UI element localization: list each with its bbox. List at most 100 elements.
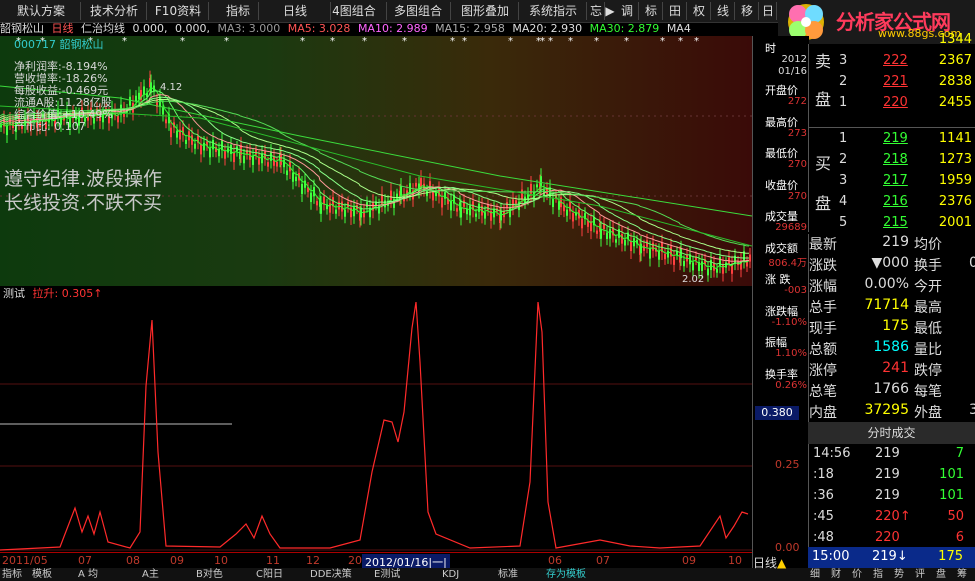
candle-body [540, 176, 542, 186]
level: 2 [839, 74, 848, 89]
volume: 2455 [938, 95, 972, 110]
bar-date-year: 2012 [781, 54, 807, 65]
indicator-title: 测试 [3, 287, 25, 300]
candle-body [301, 183, 303, 194]
menu-item-16[interactable]: 日 [760, 2, 777, 20]
menu-item-6[interactable]: 多图组合 [386, 2, 451, 20]
indicator-chart[interactable] [0, 301, 752, 552]
bottom-tab[interactable]: 标准 [498, 568, 518, 581]
tick-last-volume: 175 [938, 549, 963, 564]
right-tab[interactable]: 盘 [936, 568, 946, 581]
menu-item-3[interactable]: 指标 [218, 2, 259, 20]
right-tab[interactable]: 价 [852, 568, 862, 581]
quote-label: 总额 [809, 342, 837, 358]
candle-body [165, 119, 167, 124]
bottom-tab[interactable]: 模板 [32, 568, 52, 581]
bar-info-value: 270 [787, 159, 807, 170]
ma10-value: MA10: 2.989 [357, 22, 428, 35]
bottom-tab[interactable]: KDJ [442, 568, 459, 581]
stock-name: 韶钢松山 [0, 22, 44, 35]
price-chart[interactable]: * * * * * * * * * * * * * * * * * * * * * * 000717 韶钢松山 净利润率:… [0, 36, 752, 286]
bar-info-value: 272 [787, 96, 807, 107]
period-button[interactable]: 日线▲ [753, 554, 786, 571]
level: 3 [839, 53, 848, 68]
sell-row[interactable]: 3 222 2367 [833, 53, 975, 75]
quote-label: 最高 [914, 300, 942, 316]
level: 2 [839, 152, 848, 167]
bottom-tab[interactable]: 指标 [2, 568, 22, 581]
quote-row: 内盘 37295 外盘 3 [809, 402, 975, 423]
menu-item-13[interactable]: 权 [688, 2, 711, 20]
menu-item-12[interactable]: 田 [664, 2, 687, 20]
right-tab[interactable]: 势 [894, 568, 904, 581]
date-tick: 09 [170, 554, 184, 567]
candle-body [170, 127, 172, 138]
candle-body [521, 189, 523, 200]
quote-label: 量比 [914, 342, 942, 358]
bottom-tab[interactable]: A主 [142, 568, 159, 581]
indicator-header: 测试 拉升: 0.305↑ [0, 286, 752, 302]
sell-row[interactable]: 1344 [833, 32, 975, 54]
menu-item-7[interactable]: 图形叠加 [452, 2, 519, 20]
signal-marker: * [330, 36, 335, 47]
bottom-tab-bar: 指标 模板 A 均 A主 B对色 C阳日 DDE决策 E测试 KDJ 标准 存为模板 [0, 568, 810, 581]
right-tab[interactable]: 评 [915, 568, 925, 581]
bottom-tab[interactable]: C阳日 [256, 568, 283, 581]
bottom-tab[interactable]: B对色 [196, 568, 223, 581]
signal-marker: * [402, 36, 407, 47]
ma5-value: MA5: 3.028 [287, 22, 351, 35]
buy-row[interactable]: 3 217 1959 [833, 173, 975, 195]
buy-row[interactable]: 4 216 2376 [833, 194, 975, 216]
stat-line: 产市比: 0.107 [14, 120, 86, 133]
menu-item-15[interactable]: 移 [736, 2, 759, 20]
right-tab[interactable]: 筹 [957, 568, 967, 581]
candle-body [396, 193, 398, 198]
sell-row[interactable]: 1 220 2455 [833, 95, 975, 117]
quote-value: 0.00% [864, 276, 909, 292]
quote-label: 总手 [809, 300, 837, 316]
candle-body [344, 209, 346, 217]
level: 1 [839, 131, 848, 146]
signal-marker: * [548, 36, 553, 47]
candle-body [566, 209, 568, 216]
sell-side-label: 盘 [814, 90, 831, 109]
bottom-tab[interactable]: E测试 [374, 568, 400, 581]
ma3-value: MA3: 3.000 [217, 22, 281, 35]
bottom-tab[interactable]: 存为模板 [546, 568, 586, 581]
candle-body [292, 172, 294, 182]
sell-row[interactable]: 2 221 2838 [833, 74, 975, 96]
tick-last-time: 15:00 [812, 549, 850, 564]
candle-body [664, 253, 666, 260]
date-tick: 06 [548, 554, 562, 567]
candle-body [460, 207, 462, 218]
candle-body [600, 229, 602, 239]
menu-item-4[interactable]: 日线 [260, 2, 331, 20]
right-tab[interactable]: 细 [810, 568, 820, 581]
price: 222 [883, 53, 908, 68]
bottom-tab[interactable]: DDE决策 [310, 568, 352, 581]
menu-item-0[interactable]: 默认方案 [2, 2, 81, 20]
candle-body [230, 144, 232, 154]
menu-item-14[interactable]: 线 [712, 2, 735, 20]
high-price-label: 4.12 [160, 82, 183, 93]
menu-item-8[interactable]: 系统指示 [520, 2, 587, 20]
menu-item-1[interactable]: 技术分析 [82, 2, 147, 20]
quote-value: 1586 [873, 339, 909, 355]
menu-item-10[interactable]: 调 [616, 2, 639, 20]
buy-row[interactable]: 1 219 1141 [833, 131, 975, 153]
bottom-tab[interactable]: A 均 [78, 568, 98, 581]
quote-label: 换手 [914, 258, 942, 274]
menu-item-2[interactable]: F10资料 [148, 2, 209, 20]
menu-item-11[interactable]: 标 [640, 2, 663, 20]
right-tab[interactable]: 指 [873, 568, 883, 581]
quote-label: 跌停 [914, 363, 942, 379]
candle-body [194, 143, 196, 149]
menu-item-9[interactable]: 忘 [588, 2, 605, 20]
candle-body [749, 254, 751, 262]
menu-item-5[interactable]: 4图组合 [322, 2, 387, 20]
buy-row[interactable]: 2 218 1273 [833, 152, 975, 174]
menu-arrow-icon[interactable]: ▶ [604, 2, 616, 20]
candle-body [633, 238, 635, 247]
candle-body [203, 142, 205, 151]
right-tab[interactable]: 财 [831, 568, 841, 581]
